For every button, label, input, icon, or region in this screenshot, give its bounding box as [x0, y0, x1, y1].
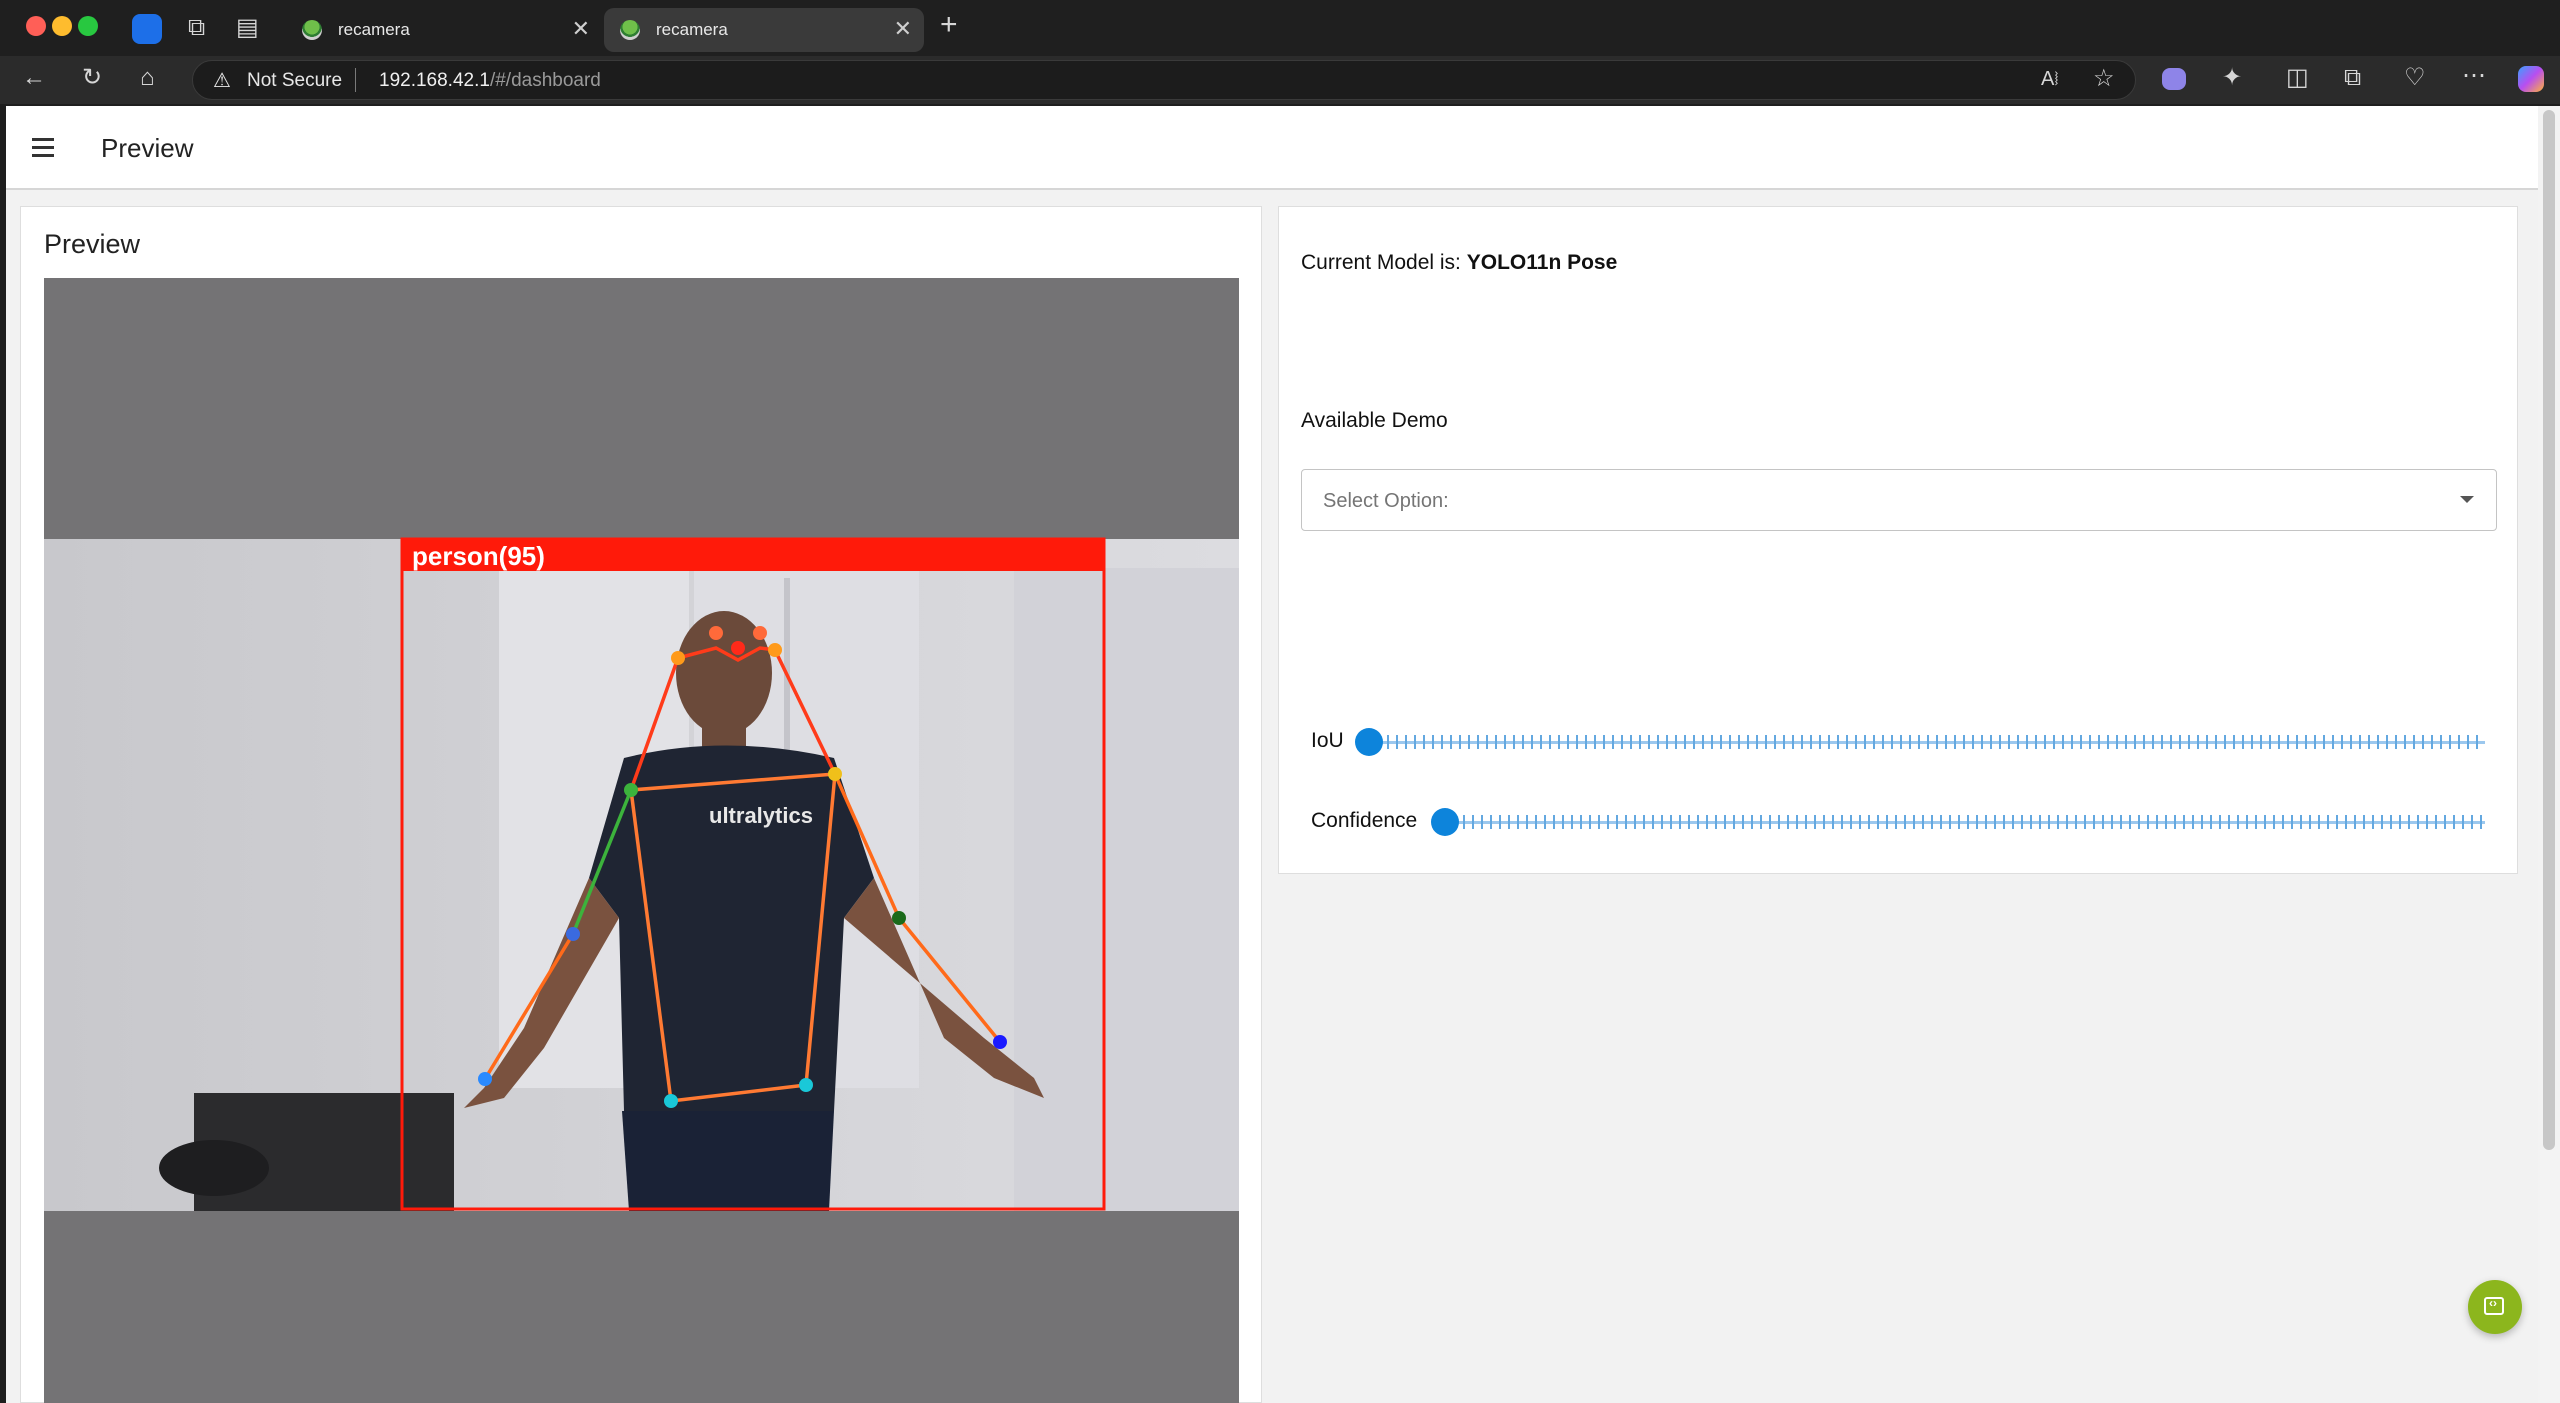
- current-model: Current Model is: YOLO11n Pose: [1301, 251, 1617, 275]
- confidence-label: Confidence: [1311, 809, 1418, 832]
- profile-icon[interactable]: [132, 14, 162, 44]
- tab-label: recamera: [338, 20, 410, 39]
- iou-slider-ticks[interactable]: [1369, 735, 2485, 749]
- chevron-down-icon[interactable]: [2460, 496, 2474, 503]
- available-demo-label: Available Demo: [1301, 409, 1448, 432]
- code-icon-glyph: ‹›: [2489, 1296, 2497, 1310]
- security-label[interactable]: Not Secure: [247, 70, 342, 92]
- url-host: 192.168.42.1: [379, 70, 490, 91]
- tab-actions-icon[interactable]: ▤: [236, 16, 259, 40]
- keypoint-nose: [731, 641, 745, 655]
- copilot-icon[interactable]: [2518, 66, 2544, 92]
- new-tab-button[interactable]: +: [940, 10, 958, 40]
- iou-label: IoU: [1311, 729, 1344, 752]
- keypoint-left-wrist: [478, 1072, 492, 1086]
- extension-icon[interactable]: [2162, 68, 2186, 90]
- camera-viewport: ultralytics person(95): [44, 278, 1239, 1403]
- iou-slider-thumb[interactable]: [1355, 728, 1383, 756]
- warning-icon[interactable]: ⚠: [213, 68, 231, 93]
- device-round: [159, 1140, 269, 1196]
- keypoint-right-wrist: [993, 1035, 1007, 1049]
- keypoint-left-ear: [671, 651, 685, 665]
- collections-icon[interactable]: ⧉: [2344, 66, 2361, 90]
- shirt-logo-text: ultralytics: [709, 803, 813, 828]
- tab-recamera-1[interactable]: recamera ✕: [286, 8, 602, 52]
- select-placeholder: Select Option:: [1323, 490, 1449, 512]
- keypoint-right-eye: [753, 626, 767, 640]
- code-icon: ‹›: [2484, 1296, 2504, 1315]
- tab-label: recamera: [656, 20, 728, 39]
- favorite-star-icon[interactable]: ☆: [2093, 67, 2115, 91]
- url-path: /#/dashboard: [489, 70, 601, 91]
- confidence-slider-thumb[interactable]: [1431, 808, 1459, 836]
- recamera-favicon: [302, 20, 322, 40]
- current-model-label: Current Model is:: [1301, 251, 1461, 274]
- current-model-value: YOLO11n Pose: [1466, 251, 1618, 274]
- page-title: Preview: [101, 133, 194, 163]
- wall-right: [1014, 568, 1239, 1211]
- split-screen-icon[interactable]: ◫: [2286, 66, 2309, 90]
- keypoint-right-shoulder: [828, 767, 842, 781]
- minimize-window-button[interactable]: [52, 16, 72, 36]
- menu-icon[interactable]: [32, 138, 54, 157]
- tab-recamera-2[interactable]: recamera ✕: [604, 8, 924, 52]
- home-icon[interactable]: ⌂: [140, 66, 155, 90]
- read-aloud-icon[interactable]: A⧘: [2041, 67, 2059, 91]
- url-text[interactable]: 192.168.42.1/#/dashboard: [379, 70, 601, 92]
- close-tab-icon[interactable]: ✕: [572, 18, 590, 40]
- browser-essentials-icon[interactable]: ♡: [2404, 66, 2426, 90]
- url-field[interactable]: ⚠ Not Secure 192.168.42.1/#/dashboard A⧘…: [192, 60, 2136, 100]
- refresh-icon[interactable]: ↻: [82, 66, 102, 90]
- recamera-favicon: [620, 20, 640, 40]
- scrollbar-thumb[interactable]: [2543, 110, 2555, 1150]
- keypoint-left-eye: [709, 626, 723, 640]
- code-fab-button[interactable]: ‹›: [2468, 1280, 2522, 1334]
- person-jeans: [622, 1111, 834, 1211]
- puzzle-extensions-icon[interactable]: ✦: [2222, 66, 2242, 90]
- close-window-button[interactable]: [26, 16, 46, 36]
- zoom-window-button[interactable]: [78, 16, 98, 36]
- more-options-icon[interactable]: ⋯: [2462, 64, 2486, 88]
- back-icon[interactable]: ←: [22, 66, 46, 90]
- confidence-slider-ticks[interactable]: [1445, 815, 2485, 829]
- demo-select[interactable]: Select Option:: [1301, 469, 2497, 531]
- workspaces-icon[interactable]: ⧉: [188, 16, 205, 40]
- keypoint-right-elbow: [892, 911, 906, 925]
- camera-frame: ultralytics person(95): [44, 537, 1239, 1211]
- keypoint-right-ear: [768, 643, 782, 657]
- preview-card-title: Preview: [44, 229, 141, 259]
- keypoint-right-hip: [799, 1078, 813, 1092]
- close-tab-icon[interactable]: ✕: [894, 18, 912, 40]
- keypoint-left-shoulder: [624, 783, 638, 797]
- app-header: Preview: [6, 106, 2538, 190]
- keypoint-left-elbow: [566, 927, 580, 941]
- url-divider: [355, 68, 356, 92]
- keypoint-left-hip: [664, 1094, 678, 1108]
- detection-label: person(95): [412, 541, 545, 571]
- settings-card: Current Model is: YOLO11n Pose Available…: [1278, 206, 2518, 874]
